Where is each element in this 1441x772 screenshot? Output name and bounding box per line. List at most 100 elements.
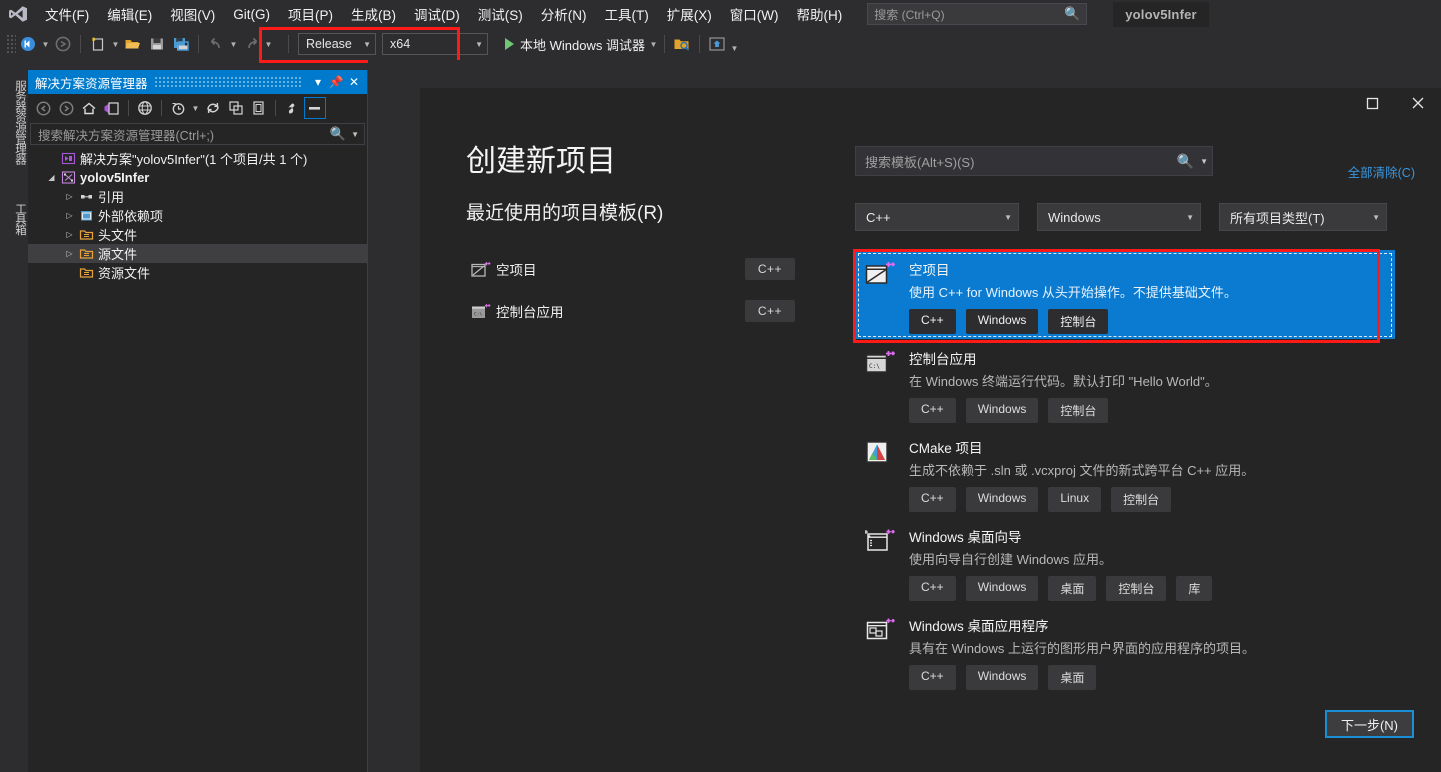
platform-filter[interactable]: Windows ▼ [1037, 203, 1201, 231]
menu-view[interactable]: 视图(V) [161, 0, 224, 28]
tree-row-external-dependencies[interactable]: ▷ 外部依赖项 [28, 206, 367, 225]
tree-label-resource-files: 资源文件 [98, 266, 151, 281]
tree-row-solution[interactable]: 解决方案"yolov5Infer"(1 个项目/共 1 个) [28, 149, 367, 168]
run-label: 本地 Windows 调试器 [520, 37, 645, 53]
navigate-backward-icon[interactable] [16, 32, 40, 56]
pending-changes-icon[interactable] [167, 97, 189, 119]
solution-explorer-search-input[interactable]: 搜索解决方案资源管理器(Ctrl+;) 🔍 ▼ [30, 123, 365, 145]
globe-icon[interactable] [134, 97, 156, 119]
maximize-button[interactable] [1349, 88, 1395, 118]
redo-dropdown-icon[interactable]: ▼ [263, 32, 274, 56]
project-type-filter[interactable]: 所有项目类型(T) ▼ [1219, 203, 1387, 231]
tree-expander-collapsed-4[interactable]: ▷ [62, 249, 77, 258]
menu-help[interactable]: 帮助(H) [787, 0, 851, 28]
start-debugging-dropdown-icon[interactable]: ▼ [648, 32, 659, 56]
navigate-backward-dropdown-icon[interactable]: ▼ [40, 32, 51, 56]
menu-git[interactable]: Git(G) [224, 3, 279, 26]
redo-icon[interactable] [239, 32, 263, 56]
template-body-1: 控制台应用 在 Windows 终端运行代码。默认打印 "Hello World… [909, 348, 1385, 423]
search-options-icon[interactable]: ▼ [351, 130, 359, 139]
menu-test[interactable]: 测试(S) [469, 0, 532, 28]
next-button[interactable]: 下一步(N) [1325, 710, 1414, 738]
new-project-icon[interactable] [86, 32, 110, 56]
collapse-all-icon[interactable] [225, 97, 247, 119]
template-item-desktop-wizard[interactable]: Windows 桌面向导 使用向导自行创建 Windows 应用。 C++ Wi… [855, 517, 1395, 606]
menu-tools[interactable]: 工具(T) [596, 0, 658, 28]
back-icon[interactable] [32, 97, 54, 119]
tree-label-solution: 解决方案"yolov5Infer"(1 个项目/共 1 个) [80, 152, 308, 167]
template-item-desktop-application[interactable]: Windows 桌面应用程序 具有在 Windows 上运行的图形用户界面的应用… [855, 606, 1395, 695]
tree-expander-expanded[interactable]: ◢ [44, 173, 59, 182]
menu-window[interactable]: 窗口(W) [721, 0, 788, 28]
save-icon[interactable] [145, 32, 169, 56]
home-icon[interactable] [78, 97, 100, 119]
template-tag-0-0: C++ [909, 309, 956, 334]
recent-template-item-1[interactable]: C:\ 控制台应用 C++ [460, 290, 795, 332]
template-item-console-app[interactable]: C:\ 控制台应用 在 Windows 终端运行代码。默认打印 "Hello W… [855, 339, 1395, 428]
close-button[interactable] [1395, 88, 1441, 118]
toolbar-separator [80, 35, 81, 53]
template-item-empty-project[interactable]: 空项目 使用 C++ for Windows 从头开始操作。不提供基础文件。 C… [855, 250, 1395, 339]
menu-file[interactable]: 文件(F) [36, 0, 98, 28]
navigate-forward-icon[interactable] [51, 32, 75, 56]
tree-row-header-files[interactable]: ▷ 头文件 [28, 225, 367, 244]
properties-window-icon[interactable] [248, 97, 270, 119]
tree-expander-collapsed-2[interactable]: ▷ [62, 211, 77, 220]
platform-combobox[interactable]: x64 ▼ [382, 33, 488, 55]
clear-all-link[interactable]: 全部清除(C) [1348, 162, 1415, 181]
forward-icon[interactable] [55, 97, 77, 119]
refresh-icon[interactable] [202, 97, 224, 119]
new-project-dropdown-icon[interactable]: ▼ [110, 32, 121, 56]
template-name-3: Windows 桌面向导 [909, 530, 1022, 545]
template-tag-3-3: 控制台 [1106, 576, 1167, 601]
save-all-icon[interactable] [169, 32, 193, 56]
menu-edit[interactable]: 编辑(E) [98, 0, 161, 28]
desktop-wizard-icon [865, 526, 909, 601]
preview-selected-items-icon[interactable] [304, 97, 326, 119]
live-share-icon[interactable] [705, 32, 729, 56]
template-item-cmake-project[interactable]: CMake 项目 生成不依赖于 .sln 或 .vcxproj 文件的新式跨平台… [855, 428, 1395, 517]
panel-menu-icon[interactable]: ▾ [309, 75, 327, 89]
select-startup-item-icon[interactable] [670, 32, 694, 56]
tree-row-source-files[interactable]: ▷ 源文件 [28, 244, 367, 263]
tree-row-project[interactable]: ◢ yolov5Infer [28, 168, 367, 187]
search-icon-3: 🔍 [1176, 152, 1195, 169]
tree-row-resource-files[interactable]: 资源文件 [28, 263, 367, 282]
template-tag-4-0: C++ [909, 665, 956, 690]
template-search-dropdown-icon[interactable]: ▼ [1200, 157, 1208, 166]
global-search-input[interactable]: 搜索 (Ctrl+Q) 🔍 [867, 3, 1088, 25]
vertical-tab-server-explorer[interactable]: 服务器资源管理器 [0, 64, 28, 174]
template-tag-3-4: 库 [1176, 576, 1213, 601]
show-all-files-icon[interactable] [101, 97, 123, 119]
external-deps-icon [77, 208, 96, 223]
start-debugging-button[interactable]: 本地 Windows 调试器 [502, 32, 648, 56]
menu-extensions[interactable]: 扩展(X) [658, 0, 721, 28]
language-filter[interactable]: C++ ▼ [855, 203, 1019, 231]
template-desc-4: 具有在 Windows 上运行的图形用户界面的应用程序的项目。 [909, 641, 1255, 656]
menu-build[interactable]: 生成(B) [342, 0, 405, 28]
close-icon[interactable]: ✕ [345, 75, 363, 89]
toolbar-grip[interactable] [6, 34, 16, 54]
menu-debug[interactable]: 调试(D) [405, 0, 469, 28]
tree-row-references[interactable]: ▷ 引用 [28, 187, 367, 206]
undo-dropdown-icon[interactable]: ▼ [228, 32, 239, 56]
template-tag-0-2: 控制台 [1048, 309, 1109, 334]
toolbar-overflow-icon[interactable]: ▼ [729, 32, 740, 56]
se-separator-1 [128, 100, 129, 116]
configuration-combobox[interactable]: Release ▼ [298, 33, 376, 55]
open-file-icon[interactable] [121, 32, 145, 56]
account-chip[interactable]: yolov5Infer [1113, 1, 1209, 27]
undo-icon[interactable] [204, 32, 228, 56]
pin-icon[interactable]: 📌 [327, 75, 345, 89]
tree-expander-collapsed-3[interactable]: ▷ [62, 230, 77, 239]
pending-changes-dropdown-icon[interactable]: ▼ [190, 97, 201, 119]
tree-expander-collapsed-1[interactable]: ▷ [62, 192, 77, 201]
properties-icon[interactable] [281, 97, 303, 119]
template-search-input[interactable]: 搜索模板(Alt+S)(S) 🔍 ▼ [855, 146, 1213, 176]
menu-analyze[interactable]: 分析(N) [532, 0, 596, 28]
template-search-placeholder: 搜索模板(Alt+S)(S) [865, 154, 975, 170]
recent-template-item-0[interactable]: 空项目 C++ [460, 248, 795, 290]
menu-project[interactable]: 项目(P) [279, 0, 342, 28]
template-list: 空项目 使用 C++ for Windows 从头开始操作。不提供基础文件。 C… [855, 250, 1395, 695]
vertical-tab-toolbox[interactable]: 工具箱 [0, 188, 28, 244]
